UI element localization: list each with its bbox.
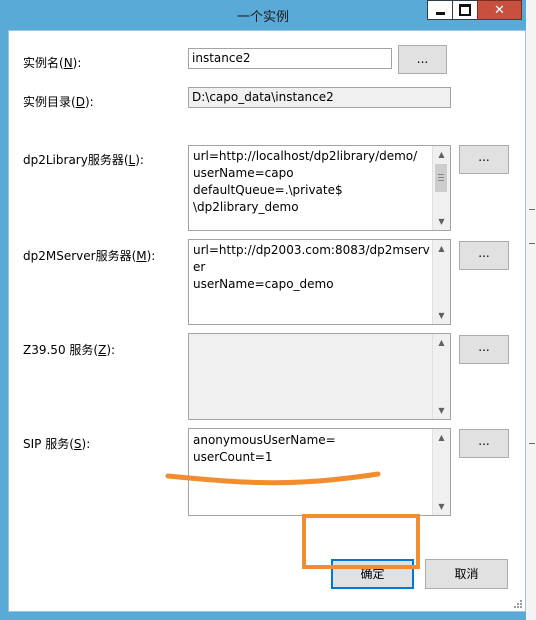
scroll-thumb[interactable] <box>435 164 447 192</box>
sip-textarea[interactable]: anonymousUserName= userCount=1 ▲ ▼ <box>188 428 451 516</box>
scroll-down-icon[interactable]: ▼ <box>433 213 450 230</box>
sip-browse-button[interactable]: ... <box>459 429 509 458</box>
instance-dir-label: 实例目录(D): <box>23 95 94 109</box>
z3950-label: Z39.50 服务(Z): <box>23 343 116 357</box>
scroll-down-icon[interactable]: ▼ <box>433 498 450 515</box>
dp2library-line: defaultQueue=.\private$ <box>193 183 343 197</box>
dp2library-text: url=http://localhost/dp2library/demo/ us… <box>193 148 432 216</box>
sip-text: anonymousUserName= userCount=1 <box>193 432 432 466</box>
maximize-button[interactable] <box>452 0 478 20</box>
sip-line: anonymousUserName= <box>193 433 336 447</box>
dp2library-line: url=http://localhost/dp2library/demo/ <box>193 149 418 163</box>
instance-name-input[interactable]: instance2 <box>188 48 392 69</box>
dp2mserver-browse-button[interactable]: ... <box>459 241 509 270</box>
resize-grip-icon[interactable] <box>513 599 523 609</box>
scroll-down-icon[interactable]: ▼ <box>433 307 450 324</box>
scroll-up-icon[interactable]: ▲ <box>433 429 450 446</box>
dialog-client-area: 实例名(N): instance2 ... 实例目录(D): D:\capo_d… <box>8 30 526 612</box>
instance-name-label: 实例名(N): <box>23 56 82 70</box>
dp2mserver-text: url=http://dp2003.com:8083/dp2mserver us… <box>193 242 432 293</box>
z3950-textarea[interactable]: ▲ ▼ <box>188 333 451 420</box>
dp2mserver-line: userName=capo_demo <box>193 277 334 291</box>
scroll-up-icon[interactable]: ▲ <box>433 240 450 257</box>
dp2mserver-scrollbar[interactable]: ▲ ▼ <box>432 240 450 324</box>
dp2mserver-textarea[interactable]: url=http://dp2003.com:8083/dp2mserver us… <box>188 239 451 325</box>
dp2library-browse-button[interactable]: ... <box>459 145 509 174</box>
minimize-button[interactable] <box>427 0 453 20</box>
close-button[interactable]: ✕ <box>477 0 522 20</box>
z3950-scrollbar[interactable]: ▲ ▼ <box>432 334 450 419</box>
dp2library-line: userName=capo <box>193 166 294 180</box>
instance-name-browse-button[interactable]: ... <box>398 45 447 74</box>
maximize-icon <box>459 4 471 16</box>
dp2library-label: dp2Library服务器(L): <box>23 153 144 167</box>
dp2mserver-line: url=http://dp2003.com:8083/dp2mserver <box>193 243 430 274</box>
scroll-up-icon[interactable]: ▲ <box>433 146 450 163</box>
scroll-up-icon[interactable]: ▲ <box>433 334 450 351</box>
instance-dialog: 一个实例 ✕ 实例名(N): instance2 ... 实例目录(D): D:… <box>0 0 526 620</box>
sip-label: SIP 服务(S): <box>23 437 91 451</box>
highlight-box-annotation <box>302 514 420 569</box>
dp2mserver-label: dp2MServer服务器(M): <box>23 249 156 263</box>
scroll-down-icon[interactable]: ▼ <box>433 402 450 419</box>
sip-scrollbar[interactable]: ▲ ▼ <box>432 429 450 515</box>
instance-dir-field[interactable]: D:\capo_data\instance2 <box>188 87 451 108</box>
dp2library-textarea[interactable]: url=http://localhost/dp2library/demo/ us… <box>188 145 451 231</box>
z3950-browse-button[interactable]: ... <box>459 335 509 364</box>
dp2library-line: \dp2library_demo <box>193 200 299 214</box>
sip-line: userCount=1 <box>193 450 273 464</box>
dp2library-scrollbar[interactable]: ▲ ▼ <box>432 146 450 230</box>
minimize-icon <box>435 11 445 15</box>
title-bar[interactable]: 一个实例 ✕ <box>0 0 526 30</box>
background-window-edge <box>526 0 536 620</box>
close-icon: ✕ <box>494 2 505 18</box>
cancel-button[interactable]: 取消 <box>425 559 508 589</box>
